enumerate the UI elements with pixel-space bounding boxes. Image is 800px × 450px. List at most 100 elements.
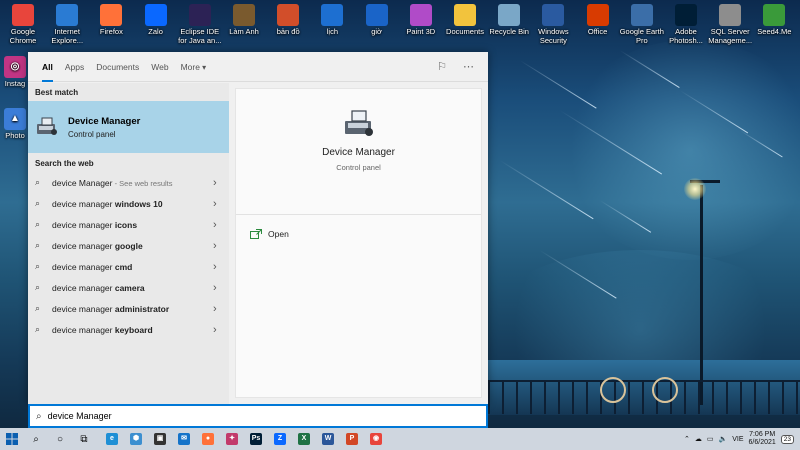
chevron-right-icon[interactable]: › bbox=[213, 282, 229, 294]
desktop-icon[interactable]: Eclipse IDE for Java an... bbox=[177, 0, 223, 45]
desktop-icon[interactable]: Làm Anh bbox=[221, 0, 267, 37]
desktop-icon-label: Documents bbox=[446, 27, 484, 36]
web-result-prefix: device Manager bbox=[52, 177, 113, 188]
desktop-icon[interactable]: bản đồ bbox=[265, 0, 311, 37]
chevron-right-icon[interactable]: › bbox=[213, 177, 229, 189]
chevron-right-icon[interactable]: › bbox=[213, 240, 229, 252]
search-icon: ⌕ bbox=[35, 282, 41, 292]
web-result-prefix: device manager bbox=[52, 324, 115, 335]
search-box[interactable]: ⌕ bbox=[28, 404, 488, 428]
cortana-icon[interactable]: ○ bbox=[48, 428, 72, 450]
web-result-text: device manager administrator bbox=[52, 304, 213, 314]
search-panel: All Apps Documents Web More ⚐ ⋯ Best mat… bbox=[28, 52, 488, 404]
device-manager-icon bbox=[35, 116, 59, 138]
start-button[interactable] bbox=[0, 428, 24, 450]
language-indicator[interactable]: VIE bbox=[732, 436, 743, 443]
taskbar-apps: e ⬢ ▣ ✉ ● ✦ Ps Z X W P ◉ bbox=[100, 428, 388, 450]
tab-apps[interactable]: Apps bbox=[59, 52, 90, 82]
photoshop-icon: Ps bbox=[250, 433, 262, 445]
search-tabs: All Apps Documents Web More ⚐ ⋯ bbox=[28, 52, 488, 82]
clock[interactable]: 7:06 PM 6/6/2021 bbox=[749, 431, 776, 448]
more-options-icon[interactable]: ⋯ bbox=[463, 60, 474, 73]
chevron-right-icon[interactable]: › bbox=[213, 324, 229, 336]
chrome-icon: ◉ bbox=[370, 433, 382, 445]
tab-documents[interactable]: Documents bbox=[90, 52, 145, 82]
web-result-item[interactable]: ⌕ device manager keyboard › bbox=[28, 319, 229, 340]
tab-web[interactable]: Web bbox=[145, 52, 174, 82]
edge-icon: e bbox=[106, 433, 118, 445]
tab-more[interactable]: More bbox=[175, 52, 213, 82]
desktop-icon-label: Seed4.Me bbox=[757, 27, 792, 36]
search-icon: ⌕ bbox=[35, 261, 41, 271]
taskbar-app[interactable]: ⬢ bbox=[126, 428, 146, 450]
photo-icon bbox=[233, 4, 255, 26]
web-result-text: device manager camera bbox=[52, 283, 213, 293]
taskbar-app[interactable]: ● bbox=[198, 428, 218, 450]
desktop-icon[interactable]: Windows Security bbox=[530, 0, 576, 45]
volume-icon[interactable]: 🔈 bbox=[719, 435, 728, 443]
taskbar-app[interactable]: W bbox=[318, 428, 338, 450]
desktop-icon-label: Google Chrome bbox=[9, 27, 37, 45]
open-label: Open bbox=[268, 229, 289, 239]
best-match-title: Device Manager bbox=[68, 115, 141, 127]
desktop-icon[interactable]: Google Earth Pro bbox=[619, 0, 665, 45]
desktop-icon[interactable]: Paint 3D bbox=[398, 0, 444, 37]
taskbar-app[interactable]: X bbox=[294, 428, 314, 450]
taskbar-search-icon[interactable]: ⌕ bbox=[24, 428, 48, 450]
search-input[interactable] bbox=[47, 411, 448, 421]
taskbar-app[interactable]: ✦ bbox=[222, 428, 242, 450]
desktop-icon-photo[interactable]: ▲ Photo bbox=[0, 104, 30, 141]
detail-subtitle: Control panel bbox=[336, 163, 381, 172]
desktop-icon[interactable]: Firefox bbox=[88, 0, 134, 37]
network-app-icon: ⬢ bbox=[130, 433, 142, 445]
web-result-prefix: device manager bbox=[52, 219, 115, 230]
web-result-item[interactable]: ⌕ device manager administrator › bbox=[28, 298, 229, 319]
taskbar-app[interactable]: ▣ bbox=[150, 428, 170, 450]
web-result-item[interactable]: ⌕ device manager camera › bbox=[28, 277, 229, 298]
feedback-icon[interactable]: ⚐ bbox=[437, 60, 447, 73]
chevron-right-icon[interactable]: › bbox=[213, 303, 229, 315]
chevron-right-icon[interactable]: › bbox=[213, 261, 229, 273]
network-icon[interactable]: ▭ bbox=[707, 435, 714, 443]
tray-expand-icon[interactable]: ⌃ bbox=[684, 435, 690, 443]
desktop-icon[interactable]: lịch bbox=[309, 0, 355, 37]
desktop-icon[interactable]: Documents bbox=[442, 0, 488, 37]
taskbar-app[interactable]: P bbox=[342, 428, 362, 450]
open-action[interactable]: Open bbox=[236, 215, 481, 239]
taskbar-app[interactable]: ◉ bbox=[366, 428, 386, 450]
chevron-right-icon[interactable]: › bbox=[213, 198, 229, 210]
taskbar-app[interactable]: Ps bbox=[246, 428, 266, 450]
desktop-icon-label: Adobe Photosh... bbox=[669, 27, 703, 45]
web-result-item[interactable]: ⌕ device manager icons › bbox=[28, 214, 229, 235]
task-view-icon[interactable]: ⧉ bbox=[72, 428, 96, 450]
desktop-icon[interactable]: Seed4.Me bbox=[751, 0, 797, 37]
notification-center-icon[interactable]: 23 bbox=[780, 434, 794, 444]
desktop-icon[interactable]: Office bbox=[575, 0, 621, 37]
calendar-icon bbox=[321, 4, 344, 26]
taskbar-app[interactable]: e bbox=[102, 428, 122, 450]
best-match-item[interactable]: Device Manager Control panel bbox=[28, 101, 229, 153]
desktop-icon[interactable]: Recycle Bin bbox=[486, 0, 532, 37]
seed4me-icon bbox=[763, 4, 786, 26]
search-icon: ⌕ bbox=[35, 303, 41, 313]
taskbar-app[interactable]: ✉ bbox=[174, 428, 194, 450]
web-result-item[interactable]: ⌕ device manager cmd › bbox=[28, 256, 229, 277]
cloud-icon[interactable]: ☁ bbox=[695, 435, 702, 443]
system-tray: ⌃ ☁ ▭ 🔈 VIE 7:06 PM 6/6/2021 23 bbox=[684, 431, 800, 448]
tab-all[interactable]: All bbox=[36, 52, 59, 82]
web-result-item[interactable]: ⌕ device manager windows 10 › bbox=[28, 193, 229, 214]
desktop-icon[interactable]: giờ bbox=[354, 0, 400, 37]
chrome-icon bbox=[12, 4, 34, 26]
desktop-icon-instagram[interactable]: ◎ Instag bbox=[0, 52, 30, 89]
web-result-item[interactable]: ⌕ device Manager - See web results › bbox=[28, 172, 229, 193]
taskbar-app[interactable]: Z bbox=[270, 428, 290, 450]
excel-icon: X bbox=[298, 433, 310, 445]
desktop-icon[interactable]: Google Chrome bbox=[0, 0, 46, 45]
desktop-icon[interactable]: Adobe Photosh... bbox=[663, 0, 709, 45]
web-result-item[interactable]: ⌕ device manager google › bbox=[28, 235, 229, 256]
best-match-subtitle: Control panel bbox=[68, 129, 116, 139]
desktop-icon[interactable]: Zalo bbox=[133, 0, 179, 37]
desktop-icon[interactable]: SQL Server Manageme... bbox=[707, 0, 753, 45]
chevron-right-icon[interactable]: › bbox=[213, 219, 229, 231]
desktop-icon[interactable]: Internet Explore... bbox=[44, 0, 90, 45]
